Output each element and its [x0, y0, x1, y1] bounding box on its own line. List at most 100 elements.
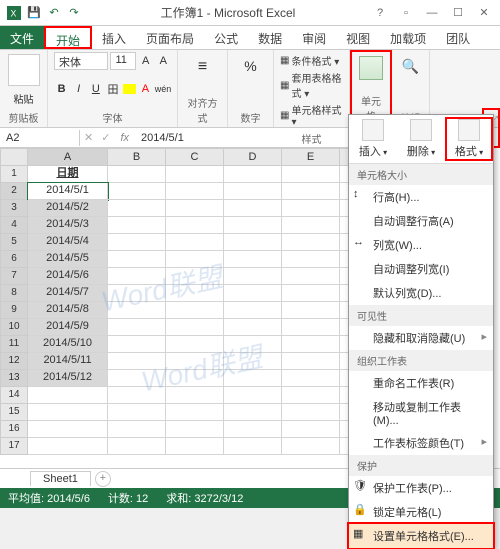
- cell[interactable]: [224, 234, 282, 251]
- cell[interactable]: [282, 421, 340, 438]
- cell[interactable]: [166, 319, 224, 336]
- cell[interactable]: [224, 268, 282, 285]
- cell[interactable]: [166, 166, 224, 183]
- cell[interactable]: [282, 387, 340, 404]
- row-header[interactable]: 3: [0, 200, 28, 217]
- row-header[interactable]: 7: [0, 268, 28, 285]
- cell[interactable]: [224, 200, 282, 217]
- cell[interactable]: [282, 285, 340, 302]
- cell[interactable]: [108, 166, 166, 183]
- cell[interactable]: [282, 353, 340, 370]
- cell[interactable]: [166, 268, 224, 285]
- cell[interactable]: [108, 234, 166, 251]
- cell[interactable]: [282, 166, 340, 183]
- fx-icon[interactable]: fx: [114, 132, 135, 144]
- delete-cells-button[interactable]: 删除 ▾: [399, 119, 443, 159]
- find-icon[interactable]: 🔍: [398, 58, 423, 75]
- cell[interactable]: [224, 353, 282, 370]
- cell[interactable]: [108, 217, 166, 234]
- cell[interactable]: [28, 404, 108, 421]
- tab-insert[interactable]: 插入: [92, 26, 136, 49]
- cell[interactable]: [166, 387, 224, 404]
- cell[interactable]: [282, 404, 340, 421]
- rename-sheet-item[interactable]: 重命名工作表(R): [349, 371, 493, 395]
- column-width-item[interactable]: ↔列宽(W)...: [349, 233, 493, 257]
- redo-icon[interactable]: ↷: [66, 5, 82, 21]
- cell[interactable]: 2014/5/3: [28, 217, 108, 234]
- cell[interactable]: [108, 336, 166, 353]
- tab-formula[interactable]: 公式: [204, 26, 248, 49]
- cell[interactable]: [166, 251, 224, 268]
- tab-data[interactable]: 数据: [248, 26, 292, 49]
- cell[interactable]: [166, 336, 224, 353]
- cancel-icon[interactable]: ✕: [80, 131, 97, 144]
- format-cells-dialog-item[interactable]: ▦设置单元格格式(E)...: [349, 524, 493, 548]
- tab-addin[interactable]: 加载项: [380, 26, 436, 49]
- new-sheet-button[interactable]: +: [95, 471, 111, 487]
- row-header[interactable]: 4: [0, 217, 28, 234]
- cell[interactable]: [166, 302, 224, 319]
- cell[interactable]: [166, 353, 224, 370]
- cell[interactable]: [108, 421, 166, 438]
- save-icon[interactable]: 💾: [26, 5, 42, 21]
- fill-color-icon[interactable]: [123, 84, 136, 94]
- cell[interactable]: [108, 183, 166, 200]
- close-icon[interactable]: ✕: [472, 4, 496, 22]
- move-copy-item[interactable]: 移动或复制工作表(M)...: [349, 395, 493, 431]
- font-name-select[interactable]: 宋体: [54, 52, 108, 70]
- tab-layout[interactable]: 页面布局: [136, 26, 204, 49]
- cell[interactable]: [224, 285, 282, 302]
- cell[interactable]: 2014/5/2: [28, 200, 108, 217]
- cell[interactable]: 2014/5/5: [28, 251, 108, 268]
- cell[interactable]: [166, 370, 224, 387]
- tab-team[interactable]: 团队: [436, 26, 480, 49]
- sheet-tab[interactable]: Sheet1: [30, 471, 91, 486]
- row-header[interactable]: 6: [0, 251, 28, 268]
- cell[interactable]: [166, 217, 224, 234]
- cell[interactable]: 2014/5/4: [28, 234, 108, 251]
- cell[interactable]: [166, 234, 224, 251]
- cell[interactable]: [166, 421, 224, 438]
- tab-view[interactable]: 视图: [336, 26, 380, 49]
- cell[interactable]: [282, 302, 340, 319]
- cell[interactable]: [108, 438, 166, 455]
- cell[interactable]: [224, 166, 282, 183]
- format-cells-button[interactable]: 格式 ▾: [447, 119, 491, 159]
- default-width-item[interactable]: 默认列宽(D)...: [349, 281, 493, 305]
- paste-icon[interactable]: [8, 54, 40, 86]
- cell[interactable]: 2014/5/8: [28, 302, 108, 319]
- row-header[interactable]: 17: [0, 438, 28, 455]
- cell[interactable]: [282, 336, 340, 353]
- cell[interactable]: [108, 353, 166, 370]
- cell[interactable]: [224, 336, 282, 353]
- help-icon[interactable]: ?: [368, 4, 392, 22]
- row-header[interactable]: 8: [0, 285, 28, 302]
- font-size-select[interactable]: 11: [110, 52, 135, 70]
- percent-icon[interactable]: %: [234, 58, 267, 74]
- shrink-font-icon[interactable]: A: [155, 53, 171, 69]
- select-all-corner[interactable]: [0, 148, 28, 166]
- cell-styles-button[interactable]: ▦单元格样式 ▾: [280, 101, 343, 129]
- cell[interactable]: [224, 421, 282, 438]
- cell[interactable]: [166, 200, 224, 217]
- tab-review[interactable]: 审阅: [292, 26, 336, 49]
- row-header[interactable]: 1: [0, 166, 28, 183]
- font-color-icon[interactable]: A: [138, 81, 153, 97]
- cell[interactable]: [282, 268, 340, 285]
- row-header[interactable]: 14: [0, 387, 28, 404]
- italic-button[interactable]: I: [71, 81, 86, 97]
- cell[interactable]: [282, 183, 340, 200]
- cell[interactable]: [108, 285, 166, 302]
- hide-unhide-item[interactable]: 隐藏和取消隐藏(U): [349, 326, 493, 350]
- cell[interactable]: [28, 421, 108, 438]
- cell[interactable]: [28, 387, 108, 404]
- cell[interactable]: [224, 387, 282, 404]
- row-header[interactable]: 9: [0, 302, 28, 319]
- bold-button[interactable]: B: [54, 81, 69, 97]
- cell[interactable]: 2014/5/11: [28, 353, 108, 370]
- undo-icon[interactable]: ↶: [46, 5, 62, 21]
- enter-icon[interactable]: ✓: [97, 131, 114, 144]
- cell[interactable]: 日期: [28, 166, 108, 183]
- column-header[interactable]: D: [224, 148, 282, 166]
- tab-file[interactable]: 文件: [0, 26, 44, 49]
